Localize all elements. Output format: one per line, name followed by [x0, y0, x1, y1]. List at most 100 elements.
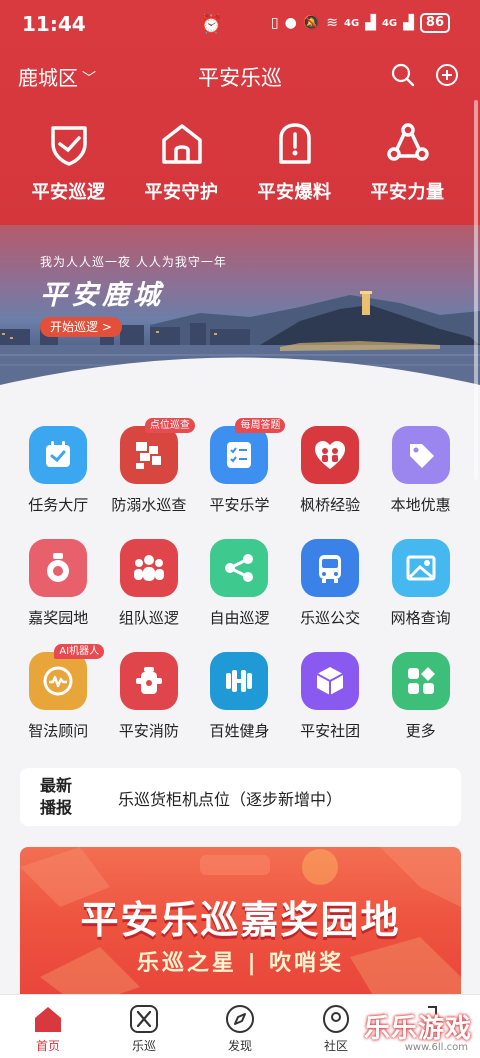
- tag-icon: [409, 444, 434, 468]
- share-nodes-icon: [225, 554, 254, 582]
- banner-slogan: 我为人人巡一夜 人人为我守一年: [40, 255, 227, 269]
- home-icon: [35, 1007, 61, 1032]
- grid-icon-tile: [391, 426, 450, 484]
- quick-label: 平安守护: [144, 182, 219, 203]
- grid-item-label: 防溺水巡查: [111, 496, 187, 514]
- quick-guard[interactable]: 平安守护: [125, 120, 238, 210]
- heart-people-icon: [315, 441, 346, 469]
- signal-icon: ▟: [365, 15, 376, 31]
- grid-row: 任务大厅 点位巡查 防溺水巡查 每周答题 平安乐学 枫桥经验 本地优惠: [0, 418, 480, 533]
- promo-title: 平安乐巡嘉奖园地: [80, 898, 401, 942]
- cube-icon: [316, 667, 344, 695]
- grid-icon-tile: [210, 426, 269, 484]
- grid-item-label: 任务大厅: [28, 496, 89, 514]
- grid-icon-tile: [210, 652, 269, 710]
- grid-icon-tile: [301, 426, 360, 484]
- tab-patrol[interactable]: 乐巡: [96, 995, 192, 1058]
- compass-icon: [226, 1005, 254, 1033]
- grid-item[interactable]: 组队巡逻: [104, 533, 195, 646]
- grid-row: AI机器人智法顾问 平安消防 百姓健身 平安社团 更多: [0, 644, 480, 759]
- grid-icon-tile: [301, 652, 360, 710]
- battery-indicator: 86: [419, 13, 450, 33]
- tab-discover[interactable]: 发现: [192, 995, 288, 1058]
- grid-item[interactable]: 乐巡公交: [285, 533, 376, 646]
- robot-icon: [43, 666, 73, 696]
- map-icon: [406, 555, 436, 581]
- tab-label: 首页: [35, 1039, 60, 1053]
- start-patrol-button[interactable]: 开始巡逻 >: [40, 317, 122, 337]
- grid-item-label: 本地优惠: [390, 496, 451, 514]
- grid-item[interactable]: 枫桥经验: [285, 420, 376, 533]
- grid-item[interactable]: 更多: [375, 646, 466, 759]
- grid-item-label: 组队巡逻: [118, 609, 179, 627]
- apps-icon: [407, 667, 435, 694]
- grid-item[interactable]: 本地优惠: [375, 420, 466, 533]
- location-icon: ●: [284, 15, 297, 31]
- grid-icon-tile: [301, 539, 360, 597]
- grid-icon-tile: [119, 539, 178, 597]
- shield-icon: [50, 126, 87, 166]
- watermark-url: www.6ll.com: [404, 1042, 468, 1053]
- tab-label: 社区: [323, 1039, 348, 1053]
- community-icon: [323, 1005, 349, 1033]
- grid-item[interactable]: 嘉奖园地: [13, 533, 104, 646]
- grid-item-label: 自由巡逻: [209, 609, 270, 627]
- grid-item-label: 平安社团: [300, 722, 361, 740]
- wifi-icon: ≋: [326, 15, 338, 31]
- grid-item[interactable]: AI机器人智法顾问: [13, 644, 105, 759]
- dumbbell-icon: [226, 670, 253, 692]
- grid-icon-tile: [391, 652, 450, 710]
- grid-item[interactable]: 网格查询: [375, 533, 466, 646]
- quick-label: 平安爆料: [257, 182, 332, 203]
- quick-label: 平安巡逻: [31, 182, 106, 203]
- network-icon: [386, 123, 429, 161]
- grid-icon-tile: [29, 539, 88, 597]
- promo-banner[interactable]: 平安乐巡嘉奖园地 乐巡之星 | 吹哨奖: [20, 847, 461, 1007]
- grid-item[interactable]: 平安社团: [285, 646, 376, 759]
- news-ticker[interactable]: 最新 播报 乐巡货柜机点位（逐步新增中）: [20, 768, 461, 826]
- grid-icon-tile: [119, 426, 178, 484]
- grid-item[interactable]: 自由巡逻: [194, 533, 285, 646]
- grid-item[interactable]: 平安消防: [104, 646, 195, 759]
- news-text: 乐巡货柜机点位（逐步新增中）: [118, 790, 343, 809]
- signal-2: 4G: [381, 17, 398, 29]
- mute-icon: 🔕: [302, 15, 321, 31]
- quick-force[interactable]: 平安力量: [351, 120, 464, 210]
- grid-item-label: 更多: [405, 722, 436, 740]
- grid-icon-tile: [29, 426, 88, 484]
- search-icon[interactable]: [390, 62, 416, 88]
- medal-icon: [47, 553, 70, 582]
- tab-label: 乐巡: [131, 1039, 156, 1053]
- grid-item[interactable]: 百姓健身: [194, 646, 285, 759]
- feature-badge: AI机器人: [54, 644, 105, 659]
- vibrate-icon: ▯: [270, 15, 279, 31]
- watermark-text: 乐乐游戏: [363, 1014, 472, 1044]
- quick-actions: 平安巡逻 平安守护 平安爆料 平安力量: [0, 120, 480, 210]
- tools-icon: [130, 1005, 158, 1033]
- grid-item-label: 智法顾问: [28, 722, 89, 740]
- news-tag-line2: 播报: [40, 798, 73, 817]
- add-icon[interactable]: [434, 62, 460, 88]
- status-time: 11:44: [22, 12, 86, 36]
- quick-patrol[interactable]: 平安巡逻: [12, 120, 125, 210]
- grid-item-label: 网格查询: [390, 609, 451, 627]
- news-tag: 最新 播报: [40, 775, 72, 819]
- house-icon: [161, 124, 202, 164]
- tab-home[interactable]: 首页: [0, 995, 96, 1058]
- grid-item[interactable]: 任务大厅: [13, 420, 104, 533]
- grid-item[interactable]: 每周答题 平安乐学: [194, 418, 286, 533]
- quick-label: 平安力量: [370, 182, 445, 203]
- quick-report[interactable]: 平安爆料: [238, 120, 351, 210]
- grid-item-label: 百姓健身: [209, 722, 270, 740]
- hydrant-icon: [135, 667, 162, 694]
- alarm-icon: ⏰: [200, 14, 223, 35]
- tab-label: 发现: [227, 1039, 252, 1053]
- status-icons: ▯ ● 🔕 ≋ 4G ▟ 4G ▟ 86: [271, 13, 450, 33]
- grid-icon-tile: [391, 539, 450, 597]
- grid-item[interactable]: 点位巡查 防溺水巡查: [104, 418, 195, 533]
- grid-icon-tile: [119, 652, 178, 710]
- grid-row: 嘉奖园地 组队巡逻 自由巡逻 乐巡公交 网格查询: [0, 533, 480, 646]
- bus-icon: [319, 555, 342, 583]
- signal-1: 4G: [344, 17, 360, 29]
- grid-icon-tile: [29, 652, 88, 710]
